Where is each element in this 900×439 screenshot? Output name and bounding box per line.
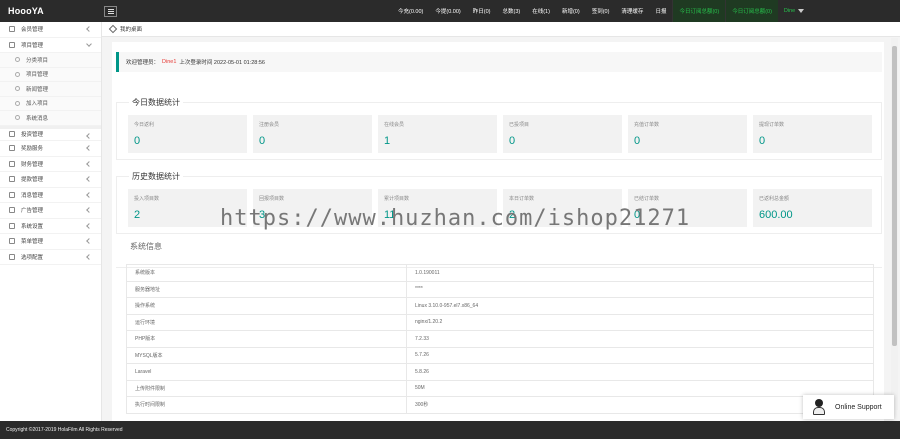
table-row: 系统版本 1.0.190011 <box>126 264 874 282</box>
brand-logo[interactable]: HoooYA <box>0 6 102 16</box>
wallet-icon <box>9 160 15 167</box>
vertical-scrollbar[interactable] <box>891 38 898 410</box>
top-nav-item[interactable]: 在线(1) <box>526 0 556 22</box>
table-row: Laravel 5.8.26 <box>126 363 874 381</box>
chevron-icon <box>86 40 92 47</box>
chevron-icon <box>86 160 92 167</box>
menu-toggle-button[interactable] <box>104 5 117 17</box>
user-name: Dine <box>783 8 796 14</box>
dashboard-content: 欢迎管理员： Dine1 上次登录时间 2022-05-01 01:28:56 … <box>112 42 884 421</box>
top-nav-item[interactable]: 今提(0.00) <box>429 0 466 22</box>
table-row: PHP版本 7.2.33 <box>126 330 874 348</box>
options-icon <box>9 253 15 260</box>
online-support-button[interactable]: Online Support <box>803 395 894 419</box>
stat-card: 今日返利 0 <box>128 115 247 153</box>
circle-icon <box>15 100 20 106</box>
top-nav-item[interactable]: 总数(3) <box>496 0 526 22</box>
welcome-banner: 欢迎管理员： Dine1 上次登录时间 2022-05-01 01:28:56 <box>116 52 882 72</box>
watermark-text: https://www.huzhan.com/ishop21271 <box>220 206 691 231</box>
scrollbar-thumb[interactable] <box>892 46 897 346</box>
sidebar-item-rewards[interactable]: 奖励服务 <box>0 141 101 157</box>
sidebar-subitem[interactable]: 系统消息 <box>0 111 101 126</box>
today-stats-cards: 今日返利 0 注册会员 0 在线会员 1 已投项目 0 充值订单数 0 提现订单数 0 <box>128 115 877 153</box>
tab-my-desktop[interactable]: 我的桌面 <box>120 25 142 33</box>
chevron-icon <box>86 222 92 229</box>
sidebar-item-ads[interactable]: 广告管理 <box>0 203 101 219</box>
stat-card: 提现订单数 0 <box>753 115 872 153</box>
caret-down-icon <box>798 9 805 13</box>
stat-card: 已投项目 0 <box>503 115 622 153</box>
sidebar-subitem[interactable]: 项目管理 <box>0 67 101 82</box>
circle-icon <box>15 57 20 63</box>
top-nav-item[interactable]: 签到(0) <box>586 0 616 22</box>
support-label: Online Support <box>835 403 882 411</box>
sidebar-item-options[interactable]: 选项配置 <box>0 250 101 265</box>
clear-cache-button[interactable]: 清理缓存 <box>615 0 649 22</box>
table-row: 操作系统 Linux 3.10.0-957.el7.x86_64 <box>126 297 874 315</box>
chevron-icon <box>86 132 92 139</box>
table-row: 服务器地址 **** <box>126 280 874 298</box>
sidebar: 会员管理 项目管理 分类项目 项目管理 新闻管理 加入项目 系统消息 投资管理 … <box>0 22 102 421</box>
circle-icon <box>15 86 20 92</box>
sidebar-item-projects[interactable]: 项目管理 <box>0 38 101 53</box>
sidebar-item-withdraw[interactable]: 提款管理 <box>0 172 101 188</box>
message-icon <box>9 191 15 198</box>
section-title: 今日数据统计 <box>129 97 183 108</box>
stat-card: 已返利总金额 600.00 <box>753 189 872 227</box>
chevron-icon <box>86 176 92 182</box>
top-nav-item[interactable]: 今充(0.00) <box>392 0 429 22</box>
sidebar-subitem[interactable]: 加入项目 <box>0 96 101 111</box>
top-nav-green-item[interactable]: 今日订阅总额(0) <box>672 0 726 22</box>
section-title: 历史数据统计 <box>129 171 183 182</box>
chart-icon <box>9 131 15 138</box>
chevron-icon <box>86 26 92 32</box>
top-nav-items: 今充(0.00) 今提(0.00) 昨日(0) 总数(3) 在线(1) 新增(0… <box>392 0 810 22</box>
ad-icon <box>9 207 15 214</box>
list-icon <box>9 238 15 245</box>
welcome-username: Dine1 <box>162 59 177 65</box>
sidebar-item-members[interactable]: 会员管理 <box>0 22 101 38</box>
folder-icon <box>9 41 15 48</box>
user-menu[interactable]: Dine <box>778 0 810 22</box>
top-nav-green-item[interactable]: 今日订阅总额(0) <box>725 0 778 22</box>
footer: Copyright ©2017-2019 HolaFilm All Rights… <box>0 421 900 439</box>
copyright-text: Copyright ©2017-2019 HolaFilm All Rights… <box>6 427 123 433</box>
stat-card: 在线会员 1 <box>378 115 497 153</box>
chevron-icon <box>86 253 92 260</box>
chevron-icon <box>86 207 92 213</box>
top-nav-item[interactable]: 昨日(0) <box>467 0 497 22</box>
hamburger-icon <box>107 8 114 10</box>
daily-report-button[interactable]: 日报 <box>649 0 672 22</box>
chevron-icon <box>86 145 92 151</box>
chevron-icon <box>86 238 92 244</box>
chevron-icon <box>86 191 92 198</box>
sidebar-subitem[interactable]: 分类项目 <box>0 53 101 68</box>
sidebar-item-investment[interactable]: 投资管理 <box>0 125 101 141</box>
card-icon <box>9 176 15 183</box>
section-title: 系统信息 <box>128 241 164 252</box>
circle-icon <box>15 71 20 77</box>
tab-bar: 我的桌面 <box>102 22 900 37</box>
top-nav-item[interactable]: 新增(0) <box>556 0 586 22</box>
table-row: 执行时间限制 300秒 <box>126 396 874 414</box>
table-row: 运行环境 nginx/1.20.2 <box>126 313 874 331</box>
home-icon <box>108 24 118 34</box>
sidebar-subitem[interactable]: 新闻管理 <box>0 82 101 97</box>
user-icon <box>9 26 15 33</box>
stat-card: 注册会员 0 <box>253 115 372 153</box>
sidebar-item-finance[interactable]: 财务管理 <box>0 157 101 172</box>
system-info-table: 系统版本 1.0.190011 服务器地址 **** 操作系统 Linux 3.10.… <box>126 264 874 414</box>
top-navbar: HoooYA 今充(0.00) 今提(0.00) 昨日(0) 总数(3) 在线(… <box>0 0 900 22</box>
table-row: MYSQL版本 5.7.26 <box>126 346 874 364</box>
stat-card: 充值订单数 0 <box>628 115 747 153</box>
sidebar-item-messages[interactable]: 消息管理 <box>0 188 101 203</box>
sidebar-item-settings[interactable]: 系统设置 <box>0 219 101 234</box>
table-row: 上传附件限制 50M <box>126 379 874 397</box>
circle-icon <box>15 115 20 121</box>
sidebar-item-menus[interactable]: 菜单管理 <box>0 234 101 250</box>
today-stats-section: 今日数据统计 今日返利 0 注册会员 0 在线会员 1 已投项目 0 充值订单数 0 提现… <box>116 97 882 160</box>
gear-icon <box>9 222 15 229</box>
gift-icon <box>9 145 15 152</box>
support-agent-icon <box>813 399 825 415</box>
